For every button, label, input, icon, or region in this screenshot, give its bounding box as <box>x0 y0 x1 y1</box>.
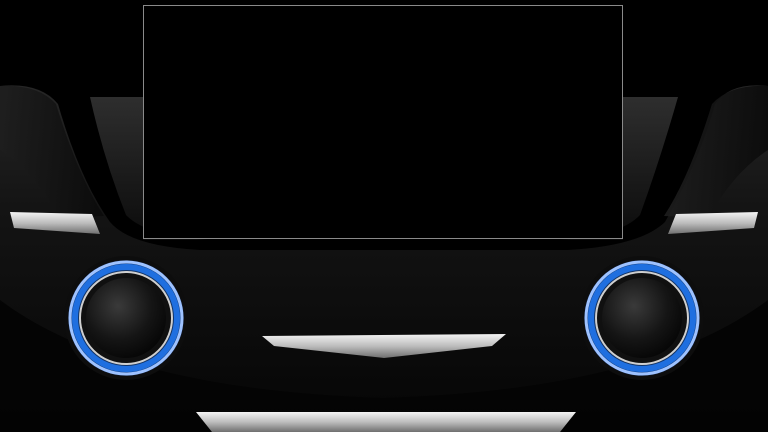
car-dashboard <box>0 0 768 432</box>
left-knob[interactable] <box>64 256 188 380</box>
rotary-knob-icon <box>602 278 682 358</box>
right-knob[interactable] <box>580 256 704 380</box>
infotainment-screen[interactable] <box>143 5 623 239</box>
bottom-trim <box>196 412 576 432</box>
rotary-knob-icon <box>86 278 166 358</box>
